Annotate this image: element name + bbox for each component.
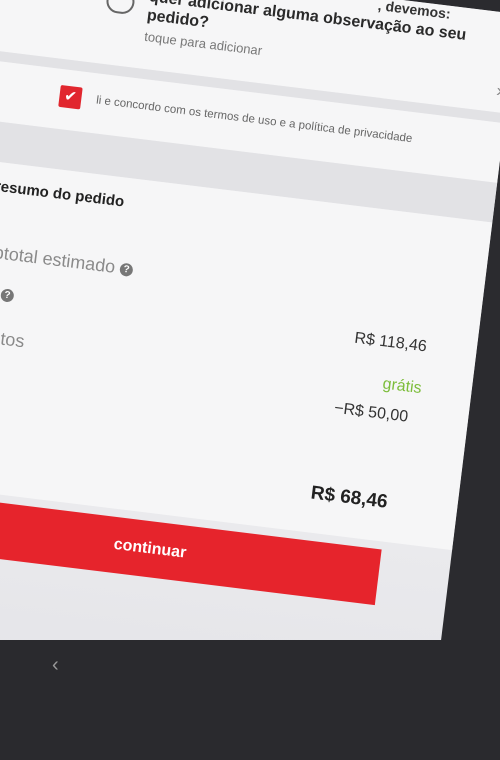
device-bezel	[0, 640, 500, 760]
question-circle-icon[interactable]: ?	[119, 262, 134, 277]
question-circle-icon[interactable]: ?	[0, 288, 15, 303]
chat-bubble-icon: ···	[105, 0, 136, 16]
terms-checkbox[interactable]: ✔	[58, 84, 83, 110]
chevron-right-icon[interactable]: ›	[495, 80, 500, 102]
back-icon[interactable]: ‹	[52, 654, 59, 677]
checkmark-icon: ✔	[63, 87, 78, 106]
checkout-screen: , devemos: ··· quer adicionar alguma obs…	[0, 0, 500, 749]
